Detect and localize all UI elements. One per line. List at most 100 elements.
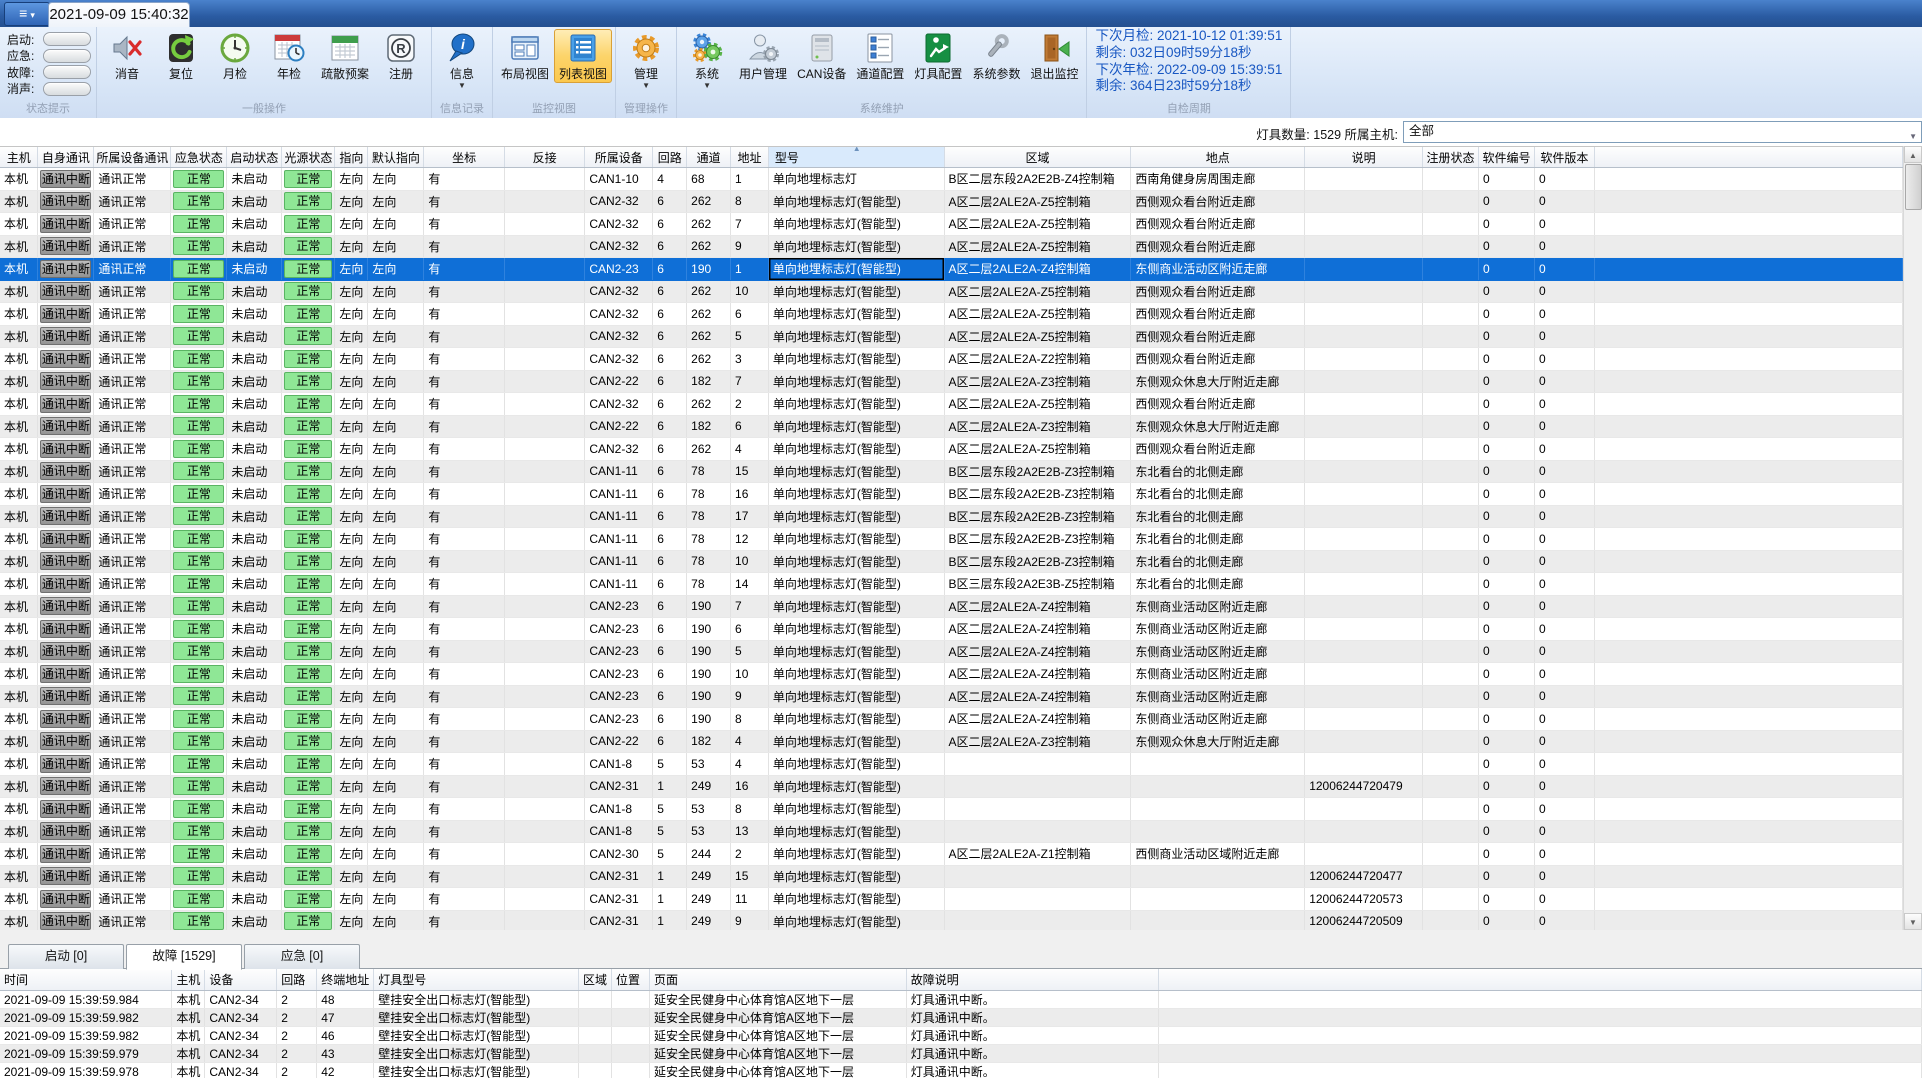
fault-col-header-时间[interactable]: 时间 [0,969,173,991]
status-normal-badge: 正常 [173,439,225,458]
col-header-主机[interactable]: 主机 [0,147,39,168]
lamp-row[interactable]: 本机 通讯中断 通讯正常 正常 未启动 正常 左向 左向有 CAN2-32 6 262 7 单向地埋标志… [0,212,1903,236]
lamp-row[interactable]: 本机 通讯中断 通讯正常 正常 未启动 正常 左向 左向有 CAN1-11 6 78 15 单向地埋标志… [0,460,1903,483]
lamp-row[interactable]: 本机 通讯中断 通讯正常 正常 未启动 正常 左向 左向有 CAN2-22 6 182 4 单向地埋标志… [0,730,1903,753]
lamp-row[interactable]: 本机 通讯中断 通讯正常 正常 未启动 正常 左向 左向有 CAN2-23 6 190 10 单向地埋标… [0,662,1903,686]
lamp-row[interactable]: 本机 通讯中断 通讯正常 正常 未启动 正常 左向 左向有 CAN2-22 6 182 6 单向地埋标志… [0,415,1903,438]
lamp-row[interactable]: 本机 通讯中断 通讯正常 正常 未启动 正常 左向 左向有 CAN2-32 6 262 2 单向地埋标志… [0,392,1903,416]
lamp-row[interactable]: 本机 通讯中断 通讯正常 正常 未启动 正常 左向 左向有 CAN2-32 6 262 5 单向地埋标志… [0,325,1903,348]
tab-故障[1529][interactable]: 故障 [1529] [126,944,242,970]
system-button[interactable]: 系统 ▼ [680,29,734,90]
lamp-row[interactable]: 本机 通讯中断 通讯正常 正常 未启动 正常 左向 左向有 CAN2-31 1 249 16 单向地埋标… [0,775,1903,798]
col-header-区域[interactable]: 区域 [944,147,1132,168]
lamp-row[interactable]: 本机 通讯中断 通讯正常 正常 未启动 正常 左向 左向有 CAN2-31 1 249 15 单向地埋标… [0,865,1903,888]
col-header-启动状态[interactable]: 启动状态 [226,147,283,168]
col-header-地址[interactable]: 地址 [730,147,769,168]
app-menu-button[interactable]: ≡ ▾ [4,2,50,26]
fault-col-header-回路[interactable]: 回路 [276,969,318,991]
col-header-通道[interactable]: 通道 [686,147,732,168]
lamp-row[interactable]: 本机 通讯中断 通讯正常 正常 未启动 正常 左向 左向有 CAN1-11 6 78 10 单向地埋标志… [0,550,1903,573]
host-filter-select[interactable]: 全部 ▼ [1403,121,1922,143]
col-header-应急状态[interactable]: 应急状态 [170,147,228,168]
cell: 6 [652,370,688,393]
col-header-地点[interactable]: 地点 [1130,147,1306,168]
annual-check-button[interactable]: 年检 [262,29,316,83]
lamp-row[interactable]: 本机 通讯中断 通讯正常 正常 未启动 正常 左向 左向有 CAN2-31 1 249 9 单向地埋标志… [0,910,1903,931]
col-header-说明[interactable]: 说明 [1304,147,1424,168]
col-header-型号[interactable]: 型号 ▲ [768,147,945,168]
lamp-row[interactable]: 本机 通讯中断 通讯正常 正常 未启动 正常 左向 左向有 CAN1-8 5 53 8 单向地埋标志灯(… [0,797,1903,821]
fault-row[interactable]: 2021-09-09 15:39:59.979 本机 CAN2-34 2 43 壁挂安全出… [0,1044,1922,1063]
lamp-row[interactable]: 本机 通讯中断 通讯正常 正常 未启动 正常 左向 左向有 CAN2-32 6 262 9 单向地埋标志… [0,235,1903,258]
lamp-row[interactable]: 本机 通讯中断 通讯正常 正常 未启动 正常 左向 左向有 CAN2-23 6 190 8 单向地埋标志… [0,707,1903,731]
lamp-row[interactable]: 本机 通讯中断 通讯正常 正常 未启动 正常 左向 左向有 CAN1-8 5 53 4 单向地埋标志灯(… [0,752,1903,776]
status-normal-badge: 正常 [173,304,225,323]
fault-row[interactable]: 2021-09-09 15:39:59.982 本机 CAN2-34 2 46 壁挂安全出… [0,1026,1922,1045]
fault-col-header-主机[interactable]: 主机 [171,969,206,991]
status-normal-badge: 正常 [173,597,225,616]
col-header-软件编号[interactable]: 软件编号 [1478,147,1535,168]
lamp-config-button[interactable]: 灯具配置 [909,29,967,83]
lamp-row[interactable]: 本机 通讯中断 通讯正常 正常 未启动 正常 左向 左向有 CAN2-32 6 262 10 单向地埋标… [0,280,1903,303]
list-view-button[interactable]: 列表视图 [554,29,613,83]
lamp-row[interactable]: 本机 通讯中断 通讯正常 正常 未启动 正常 左向 左向有 CAN2-32 6 262 6 单向地埋标志… [0,302,1903,326]
channel-config-button[interactable]: 通道配置 [851,29,909,83]
lamp-row[interactable]: 本机 通讯中断 通讯正常 正常 未启动 正常 左向 左向有 CAN2-30 5 244 2 单向地埋标志… [0,842,1903,866]
lamp-row[interactable]: 本机 通讯中断 通讯正常 正常 未启动 正常 左向 左向有 CAN2-32 6 262 4 单向地埋标志… [0,437,1903,461]
col-header-反接[interactable]: 反接 [504,147,586,168]
fault-col-header-终端地址[interactable]: 终端地址 [316,969,375,991]
user-manage-button[interactable]: 用户管理 [734,29,792,83]
lamp-row[interactable]: 本机 通讯中断 通讯正常 正常 未启动 正常 左向 左向有 CAN2-23 6 190 9 单向地埋标志… [0,685,1903,708]
scrollbar-thumb[interactable] [1905,164,1922,210]
lamp-row[interactable]: 本机 通讯中断 通讯正常 正常 未启动 正常 左向 左向有 CAN2-23 6 190 1 单向地埋标志… [0,257,1903,281]
col-header-指向[interactable]: 指向 [334,147,369,168]
scroll-up-icon[interactable]: ▲ [1904,146,1922,163]
lamp-row[interactable]: 本机 通讯中断 通讯正常 正常 未启动 正常 左向 左向有 CAN1-11 6 78 12 单向地埋标志… [0,527,1903,551]
lamp-row[interactable]: 本机 通讯中断 通讯正常 正常 未启动 正常 左向 左向有 CAN1-8 5 53 13 单向地埋标志灯… [0,820,1903,843]
lamp-row[interactable]: 本机 通讯中断 通讯正常 正常 未启动 正常 左向 左向有 CAN2-23 6 190 6 单向地埋标志… [0,617,1903,641]
fault-col-header-设备[interactable]: 设备 [204,969,278,991]
lamp-row[interactable]: 本机 通讯中断 通讯正常 正常 未启动 正常 左向 左向有 CAN1-11 6 78 17 单向地埋标志… [0,505,1903,528]
lamp-row[interactable]: 本机 通讯中断 通讯正常 正常 未启动 正常 左向 左向有 CAN2-31 1 249 11 单向地埋标… [0,887,1903,911]
lamp-row[interactable]: 本机 通讯中断 通讯正常 正常 未启动 正常 左向 左向有 CAN2-32 6 262 3 单向地埋标志… [0,347,1903,371]
layout-view-button[interactable]: 布局视图 [496,29,554,83]
fault-row[interactable]: 2021-09-09 15:39:59.978 本机 CAN2-34 2 42 壁挂安全出… [0,1062,1922,1078]
fault-col-header-位置[interactable]: 位置 [611,969,650,991]
fault-row[interactable]: 2021-09-09 15:39:59.984 本机 CAN2-34 2 48 壁挂安全出… [0,990,1922,1009]
col-header-光源状态[interactable]: 光源状态 [281,147,336,168]
col-header-软件版本[interactable]: 软件版本 [1534,147,1595,168]
mute-button[interactable]: 消音 [100,29,154,83]
fault-col-header-区域[interactable]: 区域 [578,969,613,991]
register-button[interactable]: R 注册 [374,29,428,83]
tab-应急[0][interactable]: 应急 [0] [244,944,360,969]
lamp-row[interactable]: 本机 通讯中断 通讯正常 正常 未启动 正常 左向 左向有 CAN2-23 6 190 7 单向地埋标志… [0,595,1903,618]
can-device-button[interactable]: CAN设备 [792,29,851,83]
evacuation-plan-button[interactable]: 疏散预案 [316,29,374,83]
exit-monitor-button[interactable]: 退出监控 [1025,29,1083,83]
vertical-scrollbar[interactable]: ▲ ▼ [1903,146,1922,930]
system-params-button[interactable]: 系统参数 [967,29,1025,83]
lamp-row[interactable]: 本机 通讯中断 通讯正常 正常 未启动 正常 左向 左向有 CAN2-22 6 182 7 单向地埋标志… [0,370,1903,393]
lamp-row[interactable]: 本机 通讯中断 通讯正常 正常 未启动 正常 左向 左向有 CAN1-11 6 78 14 单向地埋标志… [0,572,1903,596]
col-header-所属设备[interactable]: 所属设备 [584,147,654,168]
fault-col-header-页面[interactable]: 页面 [649,969,907,991]
lamp-row[interactable]: 本机 通讯中断 通讯正常 正常 未启动 正常 左向 左向有 CAN2-32 6 262 8 单向地埋标志… [0,190,1903,213]
manage-button[interactable]: 管理 ▼ [619,29,673,90]
col-header-所属设备通讯[interactable]: 所属设备通讯 [93,147,172,168]
fault-col-header-灯具型号[interactable]: 灯具型号 [373,969,580,991]
info-button[interactable]: i 信息 ▼ [435,29,489,90]
lamp-row[interactable]: 本机 通讯中断 通讯正常 正常 未启动 正常 左向 左向有 CAN1-11 6 78 16 单向地埋标志… [0,482,1903,506]
col-header-注册状态[interactable]: 注册状态 [1422,147,1479,168]
fault-row[interactable]: 2021-09-09 15:39:59.982 本机 CAN2-34 2 47 壁挂安全出… [0,1008,1922,1027]
fault-col-header-故障说明[interactable]: 故障说明 [906,969,1159,991]
lamp-row[interactable]: 本机 通讯中断 通讯正常 正常 未启动 正常 左向 左向有 CAN1-10 4 68 1 单向地埋标志灯… [0,167,1903,191]
col-header-默认指向[interactable]: 默认指向 [367,147,425,168]
reset-button[interactable]: 复位 [154,29,208,83]
col-header-自身通讯[interactable]: 自身通讯 [37,147,95,168]
scroll-down-icon[interactable]: ▼ [1904,913,1922,930]
lamp-row[interactable]: 本机 通讯中断 通讯正常 正常 未启动 正常 左向 左向有 CAN2-23 6 190 5 单向地埋标志… [0,640,1903,663]
monthly-check-button[interactable]: 月检 [208,29,262,83]
col-header-回路[interactable]: 回路 [652,147,688,168]
tab-启动[0][interactable]: 启动 [0] [8,944,124,969]
col-header-坐标[interactable]: 坐标 [423,147,505,168]
